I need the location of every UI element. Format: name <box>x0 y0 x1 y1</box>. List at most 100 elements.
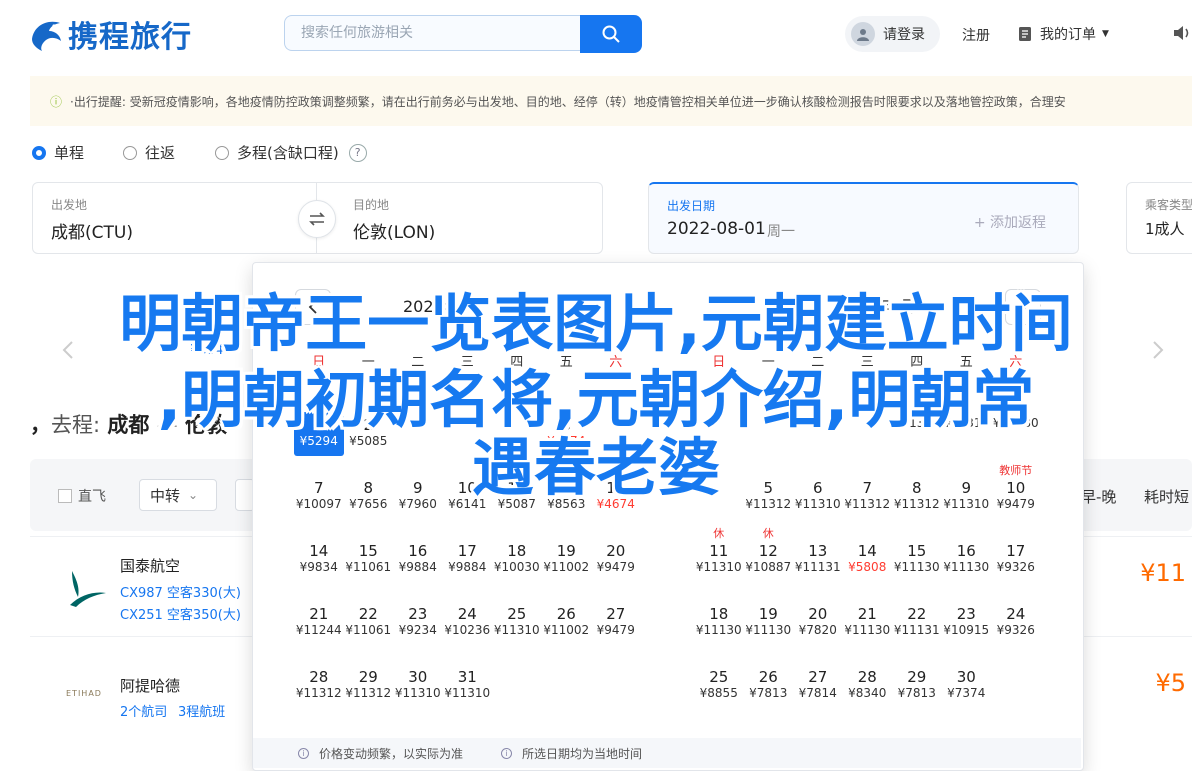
login-button[interactable]: 请登录 <box>845 16 940 52</box>
calendar-day[interactable]: 28 ¥11312 <box>294 664 344 708</box>
calendar-day[interactable]: 26 ¥11002 <box>542 601 592 645</box>
my-orders-label: 我的订单 <box>1040 27 1096 43</box>
trip-type-multi[interactable]: 多程(含缺口程) ? <box>215 142 367 163</box>
calendar-day[interactable]: 18 ¥11130 <box>694 601 744 645</box>
day-price: ¥7813 <box>897 686 936 700</box>
day-number: 15 <box>358 542 378 560</box>
calendar-day[interactable]: 17 ¥9326 <box>991 538 1041 582</box>
calendar-day[interactable]: 休 11 ¥11310 <box>694 527 744 582</box>
calendar-day[interactable]: 14 ¥9834 <box>294 538 344 582</box>
day-number: 15 <box>907 542 927 560</box>
calendar-day[interactable]: 29 ¥11312 <box>344 664 394 708</box>
calendar-day[interactable]: 20 ¥9479 <box>591 538 641 582</box>
passenger-value: 1成人 <box>1145 220 1185 238</box>
day-number: 14 <box>309 542 329 560</box>
calendar-day[interactable]: 15 ¥11061 <box>344 538 394 582</box>
calendar-day[interactable]: 24 ¥9326 <box>991 601 1041 645</box>
calendar-day[interactable]: 14 ¥5808 <box>843 538 893 582</box>
day-price: ¥11312 <box>345 686 392 700</box>
swap-cities-button[interactable] <box>298 200 336 238</box>
day-number: 30 <box>956 668 976 686</box>
day-price: ¥11061 <box>345 623 392 637</box>
holiday-tag: 休 <box>762 527 774 540</box>
calendar-day[interactable]: 25 ¥8855 <box>694 664 744 708</box>
day-price: ¥11130 <box>695 623 742 637</box>
calendar-day[interactable]: 休 12 ¥10887 <box>744 527 794 582</box>
calendar-day[interactable]: 23 ¥9234 <box>393 601 443 645</box>
calendar-day[interactable]: 15 ¥11130 <box>892 538 942 582</box>
day-price: ¥7820 <box>798 623 837 637</box>
departure-date-field[interactable]: 出发日期 2022-08-01 周一 + 添加返程 <box>648 182 1079 254</box>
logo-text: 携程旅行 <box>68 20 192 55</box>
flight-info: CX987 空客330(大) <box>120 586 241 601</box>
day-number: 16 <box>408 542 428 560</box>
calendar-day[interactable]: 22 ¥11061 <box>344 601 394 645</box>
calendar-day[interactable]: 30 ¥11310 <box>393 664 443 708</box>
calendar-day[interactable]: 16 ¥9884 <box>393 538 443 582</box>
day-price: ¥8855 <box>699 686 738 700</box>
search-button[interactable] <box>580 15 642 53</box>
cathay-logo-icon <box>70 571 106 607</box>
ctrip-logo[interactable]: 携程旅行 <box>28 12 192 56</box>
calendar-day[interactable]: 19 ¥11130 <box>744 601 794 645</box>
day-price: ¥11061 <box>345 560 392 574</box>
day-number: 25 <box>507 605 527 623</box>
day-price: ¥10030 <box>493 560 540 574</box>
add-return-button[interactable]: + 添加返程 <box>974 212 1046 232</box>
calendar-day[interactable]: 17 ¥9884 <box>443 538 493 582</box>
day-number: 29 <box>358 668 378 686</box>
calendar-day[interactable]: 26 ¥7813 <box>744 664 794 708</box>
footer-note-left: 价格变动频繁，以实际为准 <box>319 746 464 761</box>
day-number: 13 <box>808 542 828 560</box>
calendar-day[interactable]: 20 ¥7820 <box>793 601 843 645</box>
departure-label: 出发地 <box>51 198 88 212</box>
global-search <box>284 15 642 53</box>
my-orders-menu[interactable]: 我的订单 ▼ <box>1018 24 1109 44</box>
trip-type-label: 往返 <box>145 144 176 162</box>
register-link[interactable]: 注册 <box>962 25 990 45</box>
calendar-day[interactable]: 28 ¥8340 <box>843 664 893 708</box>
help-icon[interactable]: ? <box>348 143 367 162</box>
search-icon <box>602 25 620 43</box>
price: ¥11 <box>1140 559 1186 587</box>
calendar-day[interactable]: 22 ¥11131 <box>892 601 942 645</box>
destination-field[interactable]: 目的地 伦敦(LON) <box>316 182 603 254</box>
calendar-day[interactable]: 27 ¥9479 <box>591 601 641 645</box>
trip-type-roundtrip[interactable]: 往返 <box>123 142 175 163</box>
travel-notice-bar: ⓘ ·出行提醒: 受新冠疫情影响，各地疫情防控政策调整频繁，请在出行前务必与出发… <box>30 76 1192 126</box>
calendar-day[interactable]: 21 ¥11130 <box>843 601 893 645</box>
flight-info: 2个航司 <box>120 705 168 720</box>
chevron-down-icon: ▼ <box>1102 29 1109 39</box>
search-input[interactable] <box>284 15 580 51</box>
day-price: ¥7374 <box>947 686 986 700</box>
day-number: 19 <box>758 605 778 623</box>
day-price: ¥9479 <box>596 623 635 637</box>
calendar-day[interactable]: 23 ¥10915 <box>942 601 992 645</box>
day-price: ¥11130 <box>943 560 990 574</box>
calendar-day[interactable]: 18 ¥10030 <box>492 538 542 582</box>
day-number: 22 <box>358 605 378 623</box>
calendar-day[interactable]: 25 ¥11310 <box>492 601 542 645</box>
passenger-field[interactable]: 乘客类型 1成人 <box>1126 182 1192 254</box>
day-number: 23 <box>956 605 976 623</box>
calendar-day[interactable]: 29 ¥7813 <box>892 664 942 708</box>
day-price: ¥9884 <box>448 560 487 574</box>
trip-type-oneway[interactable]: 单程 <box>32 142 84 163</box>
info-icon: i <box>298 747 309 759</box>
calendar-day[interactable]: 21 ¥11244 <box>294 601 344 645</box>
calendar-day[interactable]: 13 ¥11131 <box>793 538 843 582</box>
day-price: ¥11130 <box>844 623 891 637</box>
departure-field[interactable]: 出发地 成都(CTU) <box>32 182 317 254</box>
day-number: 19 <box>556 542 576 560</box>
day-price: ¥7814 <box>798 686 837 700</box>
radio-icon <box>215 145 229 160</box>
speaker-icon[interactable] <box>1172 24 1192 46</box>
calendar-day[interactable]: 30 ¥7374 <box>942 664 992 708</box>
calendar-day[interactable]: 27 ¥7814 <box>793 664 843 708</box>
calendar-day[interactable]: 19 ¥11002 <box>542 538 592 582</box>
day-price: ¥11130 <box>745 623 792 637</box>
calendar-day[interactable]: 31 ¥11310 <box>443 664 493 708</box>
calendar-day[interactable]: 24 ¥10236 <box>443 601 493 645</box>
calendar-day[interactable]: 16 ¥11130 <box>942 538 992 582</box>
day-price: ¥11131 <box>794 560 841 574</box>
